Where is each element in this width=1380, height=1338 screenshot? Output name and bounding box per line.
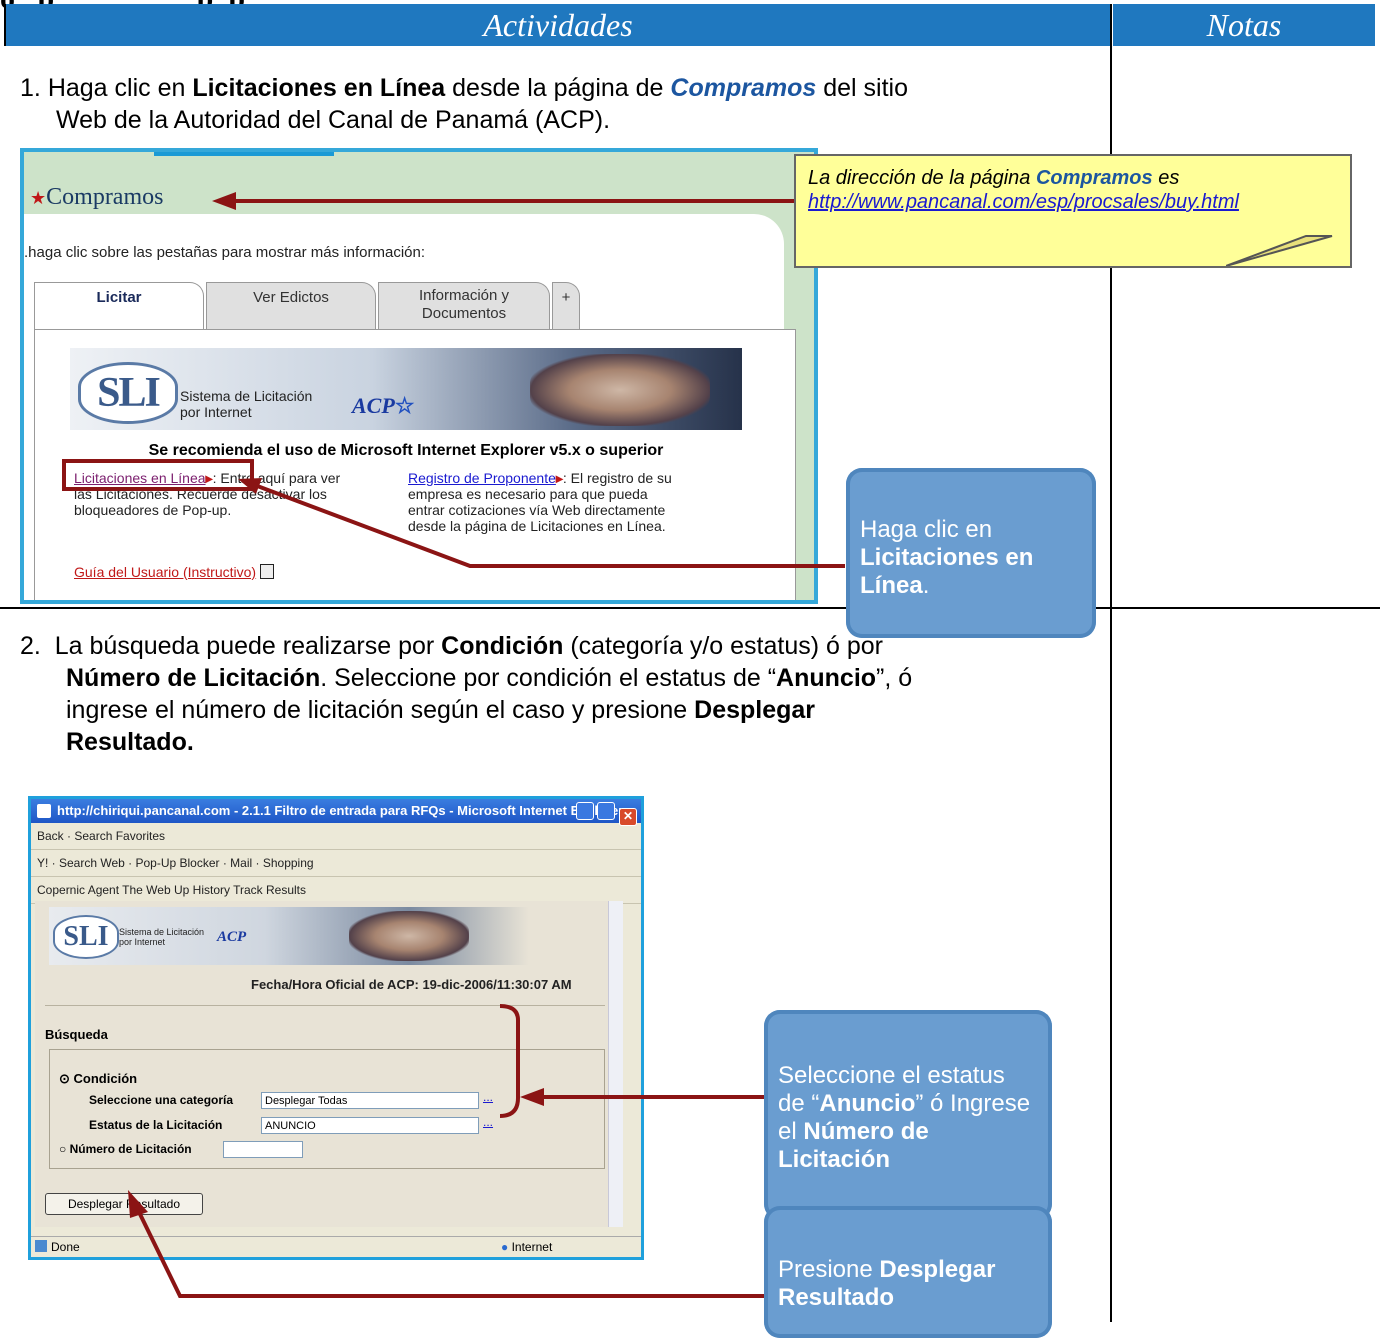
arrows-step2	[128, 1004, 764, 1298]
